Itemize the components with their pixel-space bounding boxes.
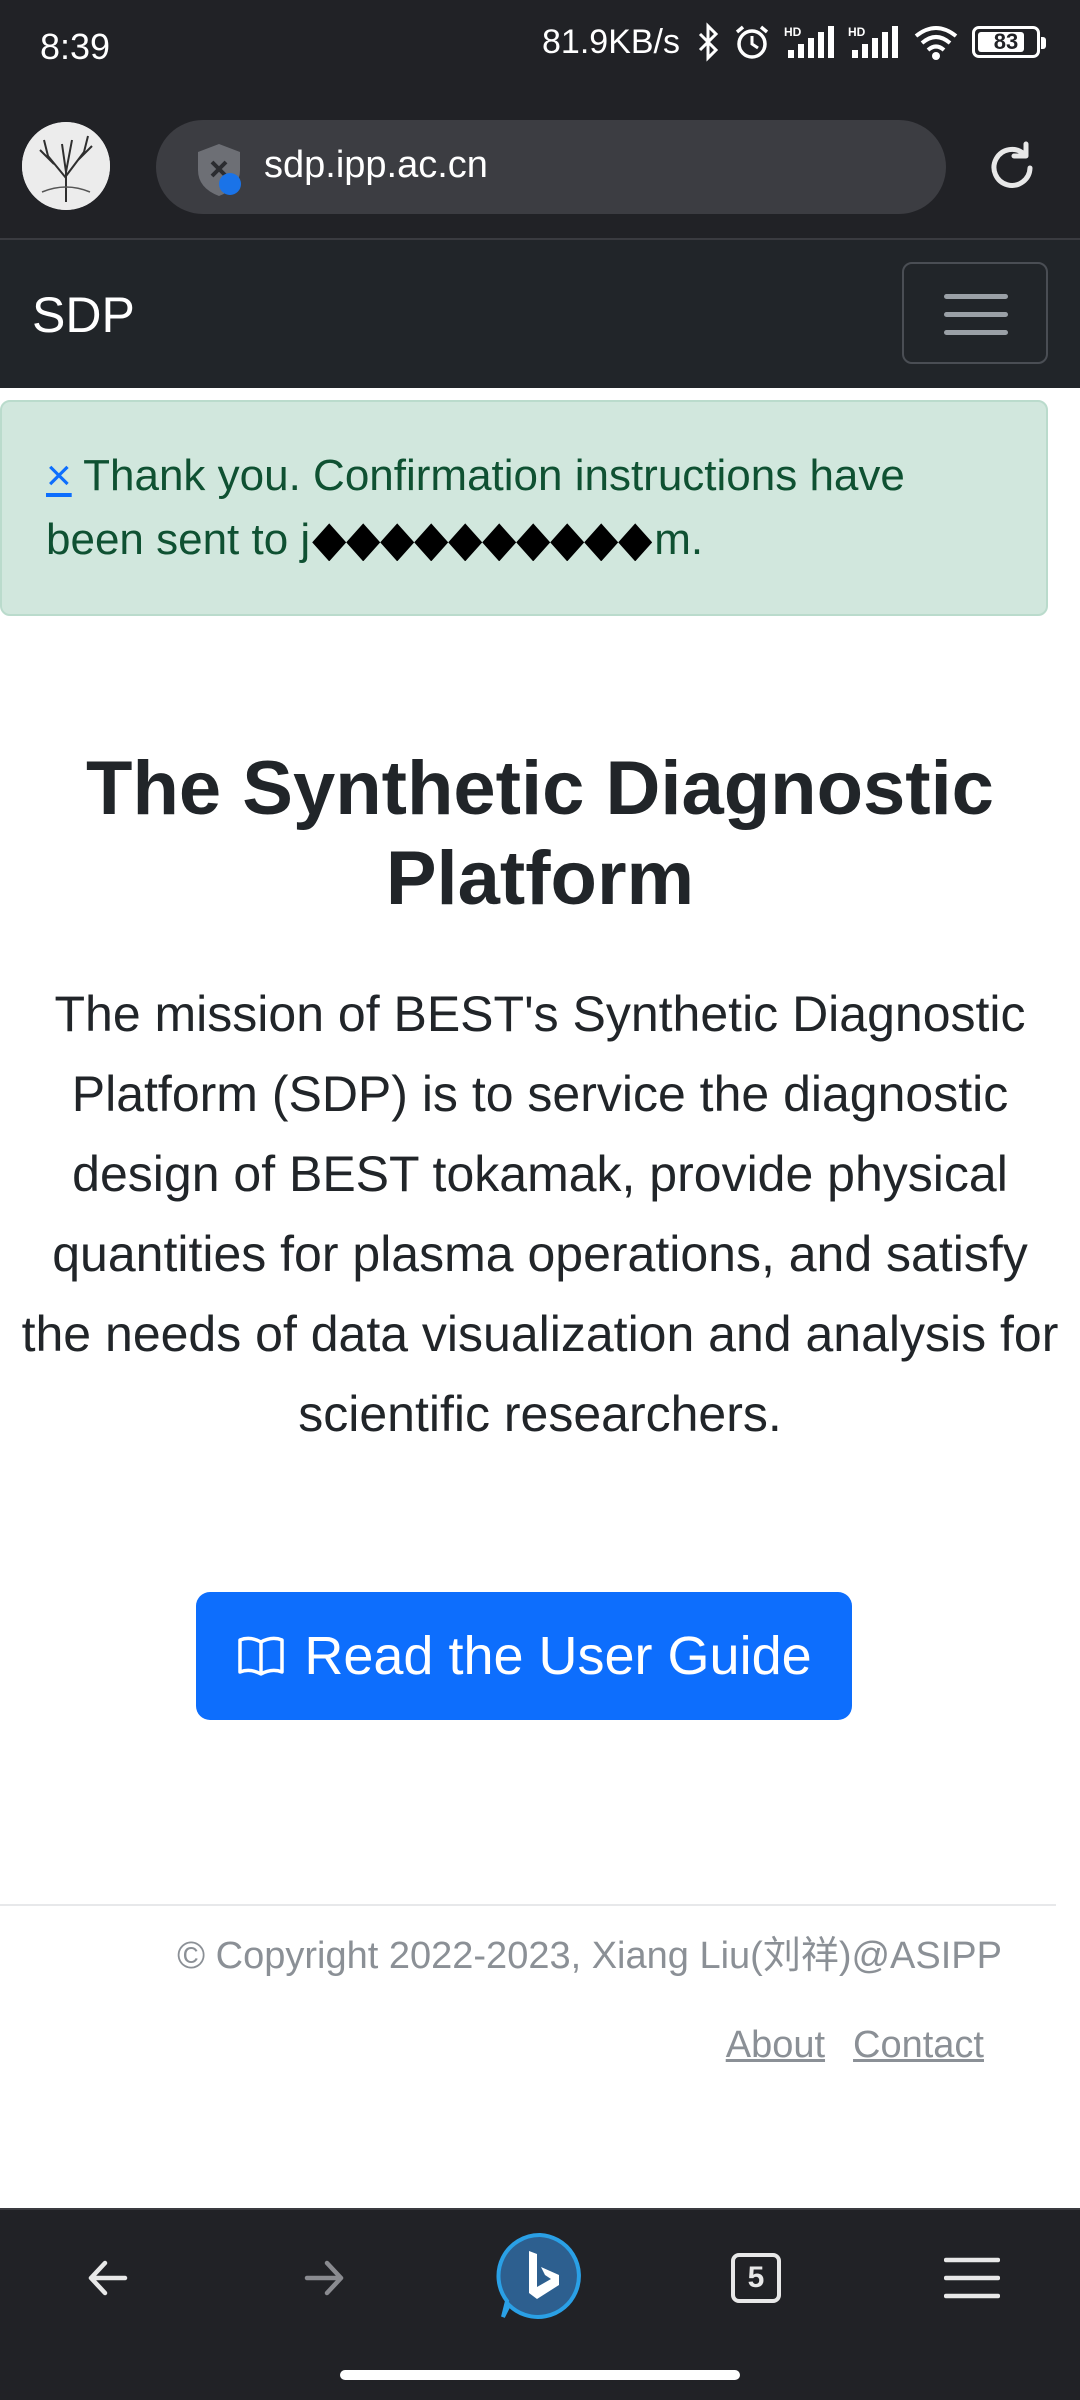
footer-links: About Contact xyxy=(726,2024,984,2067)
menu-button[interactable] xyxy=(932,2238,1012,2318)
network-speed: 81.9KB/s xyxy=(542,22,680,61)
navbar-brand[interactable]: SDP xyxy=(32,286,135,344)
forward-button[interactable] xyxy=(284,2238,364,2318)
footer-divider xyxy=(0,1904,1056,1906)
signal-hd-icon-1: HD xyxy=(784,25,834,58)
contact-link[interactable]: Contact xyxy=(853,2024,984,2067)
svg-text:HD: HD xyxy=(784,25,802,39)
bing-chat-icon xyxy=(496,2232,581,2319)
reload-icon[interactable] xyxy=(984,140,1040,196)
svg-text:HD: HD xyxy=(848,25,866,39)
address-bar[interactable]: sdp.ipp.ac.cn xyxy=(156,120,946,214)
book-icon xyxy=(238,1636,285,1676)
wifi-icon xyxy=(914,26,958,60)
battery-icon: 83 xyxy=(972,26,1046,58)
arrow-right-icon xyxy=(304,2260,344,2296)
signal-hd-icon-2: HD xyxy=(848,25,898,58)
page-title: The Synthetic Diagnostic Platform xyxy=(86,746,994,921)
battery-level: 83 xyxy=(993,29,1019,54)
bing-chat-button[interactable] xyxy=(490,2226,590,2326)
status-bar: 8:39 81.9KB/s HD HD 83 xyxy=(0,0,1080,98)
url-text[interactable]: sdp.ipp.ac.cn xyxy=(264,144,488,187)
mission-description: The mission of BEST's Synthetic Diagnost… xyxy=(21,986,1059,1442)
hamburger-icon-bar-top xyxy=(944,294,1008,299)
redacted-email xyxy=(312,523,653,562)
alarm-icon xyxy=(735,25,769,59)
profile-avatar[interactable] xyxy=(22,122,110,210)
browser-toolbar: sdp.ipp.ac.cn xyxy=(0,98,1080,240)
about-link[interactable]: About xyxy=(726,2024,825,2067)
status-time: 8:39 xyxy=(40,26,111,67)
copyright-text: © Copyright 2022-2023, Xiang Liu(刘祥)@ASI… xyxy=(177,1935,1002,1977)
navbar-toggler-button[interactable] xyxy=(902,262,1048,364)
tree-image-icon xyxy=(22,122,110,210)
back-button[interactable] xyxy=(68,2238,148,2318)
home-indicator[interactable] xyxy=(340,2370,740,2380)
read-user-guide-label: Read the User Guide xyxy=(304,1626,812,1686)
tabs-button[interactable]: 5 xyxy=(716,2238,796,2318)
site-navbar: SDP xyxy=(0,240,1080,388)
tab-count-badge: 5 xyxy=(731,2253,781,2303)
status-icons: 81.9KB/s HD HD 83 xyxy=(542,22,1046,62)
alert-message-end: m. xyxy=(654,515,704,564)
hamburger-icon-bar-middle xyxy=(944,312,1008,317)
arrow-left-icon xyxy=(88,2260,128,2296)
hamburger-icon-bar-bottom xyxy=(944,330,1008,335)
bluetooth-icon xyxy=(698,22,719,62)
shield-icon[interactable] xyxy=(194,142,244,198)
read-user-guide-button[interactable]: Read the User Guide xyxy=(196,1592,852,1720)
alert-close-button[interactable]: × xyxy=(46,451,72,500)
hamburger-menu-icon xyxy=(944,2257,1000,2299)
success-alert: × Thank you. Confirmation instructions h… xyxy=(0,400,1048,616)
